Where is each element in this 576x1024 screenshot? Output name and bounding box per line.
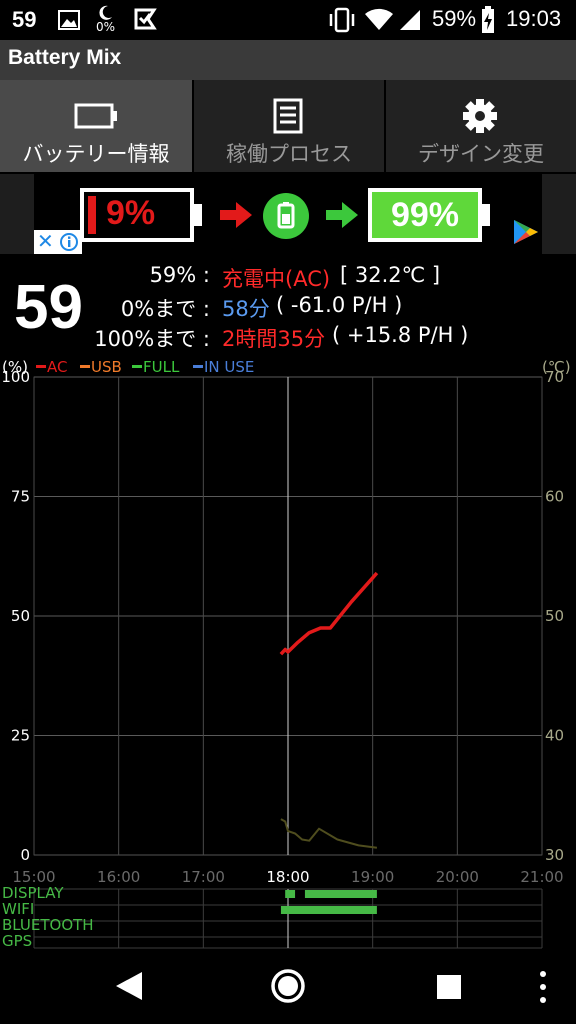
time-to-empty: 58分: [222, 297, 270, 321]
wifi-icon: [365, 8, 393, 30]
battery-chart: 0255075100 3040506070 15:00 16:00 17:00 18:…: [1, 368, 564, 949]
low-battery-percent: 9%: [106, 194, 156, 232]
ad-choices[interactable]: ✕: [34, 229, 82, 254]
x-tick-label: 17:00: [182, 868, 225, 886]
tab-design-label: デザイン変更: [418, 142, 544, 166]
full-battery-percent: 99%: [390, 196, 460, 234]
close-icon[interactable]: ✕: [37, 229, 54, 253]
navigation-bar: [0, 952, 576, 1024]
temperature-series-line: [280, 818, 378, 849]
recents-icon[interactable]: [436, 974, 462, 1000]
charge-rate: ( +15.8 P/H ): [332, 323, 469, 347]
y-right-tick-label: 70: [545, 368, 564, 386]
y-left-tick-label: 75: [11, 488, 30, 506]
tab-design[interactable]: デザイン変更: [386, 80, 576, 172]
back-icon[interactable]: [114, 970, 144, 1002]
y-axis-right: 30 40 50 60 70: [545, 368, 564, 864]
battery-icon: [74, 103, 117, 129]
y-right-tick-label: 60: [545, 488, 564, 506]
check-flag-icon: [134, 8, 157, 30]
time-to-empty-label: 0%まで :: [120, 297, 210, 321]
y-left-tick-label: 50: [11, 607, 30, 625]
play-store-icon[interactable]: [512, 218, 540, 246]
y-right-tick-label: 50: [545, 607, 564, 625]
status-clock: 19:03: [506, 6, 562, 31]
tab-battery-info[interactable]: バッテリー情報: [0, 80, 192, 172]
battery-charging-icon: [482, 6, 494, 33]
list-icon: [273, 98, 303, 134]
current-percent: 59% :: [149, 263, 210, 287]
chart-series: [279, 571, 379, 849]
info-icon[interactable]: [60, 233, 78, 251]
home-icon[interactable]: [270, 968, 306, 1004]
app-bar: Battery Mix: [0, 40, 576, 80]
x-tick-label: 19:00: [351, 868, 394, 886]
activity-on-bar: [304, 890, 377, 898]
chart-grid: [33, 376, 543, 856]
arrow-right-icon: [220, 202, 252, 228]
app-title: Battery Mix: [8, 46, 122, 69]
discharge-rate: ( -61.0 P/H ): [276, 293, 403, 317]
gear-icon: [463, 99, 497, 133]
time-to-full-label: 100%まで :: [94, 327, 210, 351]
y-right-tick-label: 40: [545, 727, 564, 745]
y-left-tick-label: 0: [20, 846, 30, 864]
status-bar: 59 0% 59% 19:03: [0, 0, 576, 40]
moon-percent: 0%: [96, 20, 116, 34]
image-icon: [58, 10, 80, 30]
y-right-tick-label: 30: [545, 846, 564, 864]
activity-on-bar: [285, 890, 296, 898]
x-tick-label: 21:00: [520, 868, 563, 886]
signal-icon: [400, 10, 420, 30]
status-battery-level: 59: [12, 7, 37, 32]
time-to-full: 2時間35分: [222, 327, 326, 351]
activity-on-bar: [280, 906, 377, 914]
y-left-tick-label: 100: [1, 368, 30, 386]
y-left-tick-label: 25: [11, 727, 30, 745]
status-battery-percent: 59%: [432, 6, 477, 31]
ac-series-line: [279, 571, 379, 656]
activity-label-gps: GPS: [2, 932, 33, 950]
charging-status: 充電中(AC): [222, 267, 331, 291]
arrow-right-icon: [326, 202, 358, 228]
y-axis-left: 0 25 50 75 100: [1, 368, 30, 864]
tab-processes-label: 稼働プロセス: [226, 142, 352, 166]
x-tick-label: 16:00: [97, 868, 140, 886]
temperature: [ 32.2℃ ]: [340, 263, 441, 287]
ad-banner[interactable]: 9% 99% ✕: [0, 174, 576, 254]
full-battery-graphic: 99%: [368, 188, 482, 242]
activity-bars: [33, 888, 543, 949]
tab-battery-info-label: バッテリー情報: [22, 142, 170, 166]
tab-processes[interactable]: 稼働プロセス: [194, 80, 384, 172]
vibrate-icon: [329, 7, 355, 33]
x-tick-label: 20:00: [436, 868, 479, 886]
more-options-icon[interactable]: [538, 970, 548, 1004]
low-battery-graphic: 9%: [80, 188, 194, 242]
charging-circle-icon: [263, 193, 309, 239]
x-tick-label: 18:00: [266, 868, 309, 886]
x-axis: 15:00 16:00 17:00 18:00 19:00 20:00 21:00: [12, 868, 563, 886]
